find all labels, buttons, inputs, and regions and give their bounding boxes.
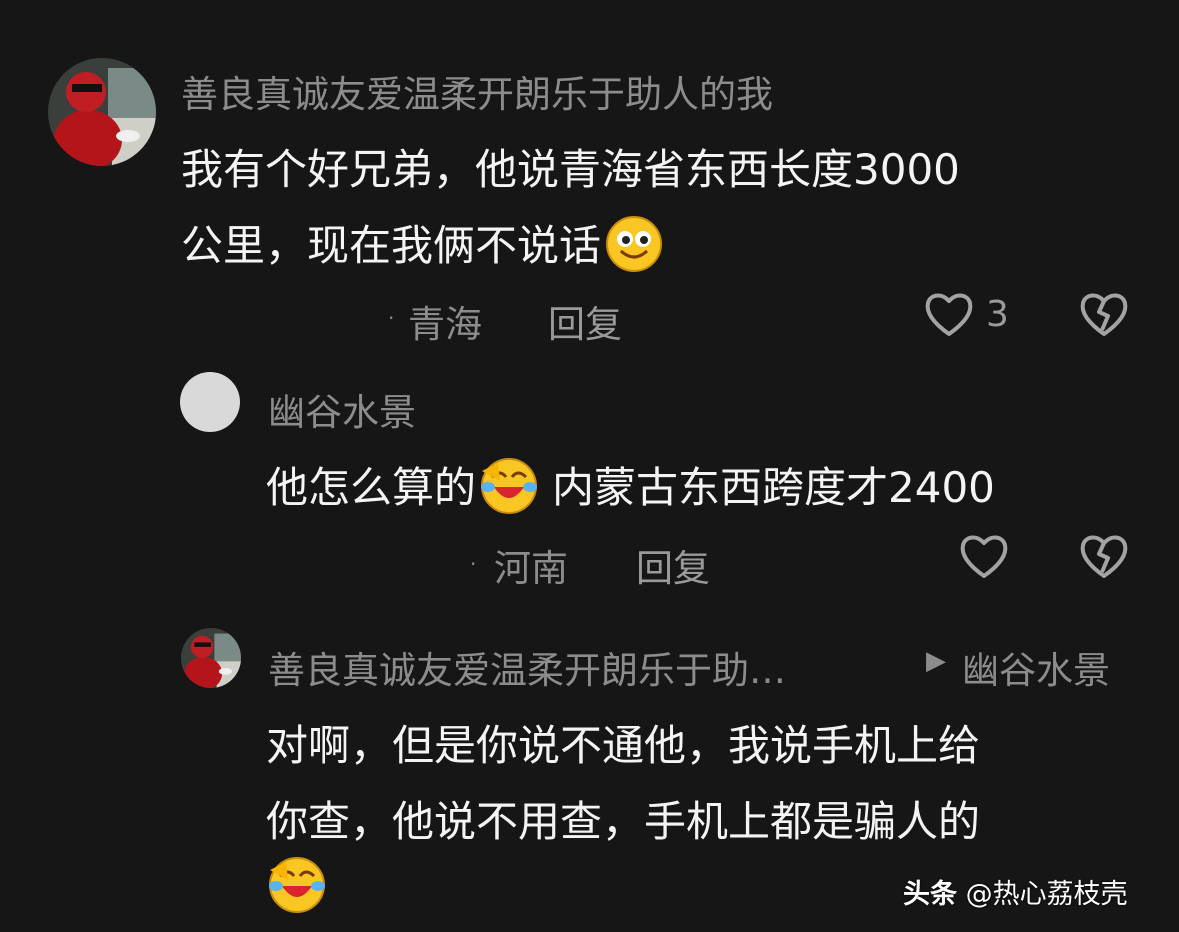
crying-laughing-emoji bbox=[480, 457, 538, 525]
ip-location: 河南 bbox=[494, 547, 568, 590]
reply-text: 他怎么算的 bbox=[266, 463, 477, 512]
reply-text: 内蒙古东西跨度才2400 bbox=[552, 463, 995, 512]
reply-username[interactable]: 善良真诚友爱温柔开朗乐于助… bbox=[268, 640, 786, 694]
reply-text-line: 他怎么算的 内蒙古东西跨度才2400 bbox=[266, 454, 995, 525]
reply-text-line: 对啊，但是你说不通他，我说手机上给 bbox=[266, 721, 981, 770]
crying-laughing-emoji bbox=[268, 856, 326, 918]
smiling-face-emoji bbox=[605, 215, 663, 283]
reply-username[interactable]: 幽谷水景 bbox=[268, 382, 416, 436]
dislike-button[interactable] bbox=[1077, 530, 1131, 582]
like-button[interactable] bbox=[922, 288, 976, 340]
avatar[interactable] bbox=[48, 58, 156, 166]
comment-username[interactable]: 善良真诚友爱温柔开朗乐于助人的我 bbox=[181, 64, 773, 118]
like-count: 3 bbox=[986, 294, 1009, 335]
avatar[interactable] bbox=[181, 628, 241, 688]
reply-to-arrow-icon: ▶ bbox=[926, 646, 946, 676]
heart-icon bbox=[960, 535, 1008, 578]
reply-button[interactable]: 回复 bbox=[636, 538, 710, 592]
watermark-brand: 头条 bbox=[903, 879, 957, 910]
reply-text-line: 你查，他说不用查，手机上都是骗人的 bbox=[266, 797, 981, 846]
comment-text-line: 公里，现在我俩不说话 bbox=[181, 212, 663, 283]
watermark-handle: @热心荔枝壳 bbox=[965, 879, 1128, 910]
reply-button[interactable]: 回复 bbox=[548, 294, 622, 348]
broken-heart-icon bbox=[1080, 535, 1128, 578]
comment-text: 公里，现在我俩不说话 bbox=[181, 221, 602, 270]
dislike-button[interactable] bbox=[1077, 288, 1131, 340]
watermark: 头条 @热心荔枝壳 bbox=[903, 872, 1128, 911]
like-button[interactable] bbox=[957, 530, 1011, 582]
ip-location: 青海 bbox=[408, 303, 482, 346]
avatar[interactable] bbox=[180, 372, 240, 432]
reply-to-username[interactable]: 幽谷水景 bbox=[962, 640, 1110, 694]
comment-text-line: 我有个好兄弟，他说青海省东西长度3000 bbox=[181, 145, 960, 194]
heart-icon bbox=[925, 293, 973, 336]
broken-heart-icon bbox=[1080, 293, 1128, 336]
meta-separator: · bbox=[388, 306, 395, 330]
meta-separator: · bbox=[470, 552, 477, 576]
